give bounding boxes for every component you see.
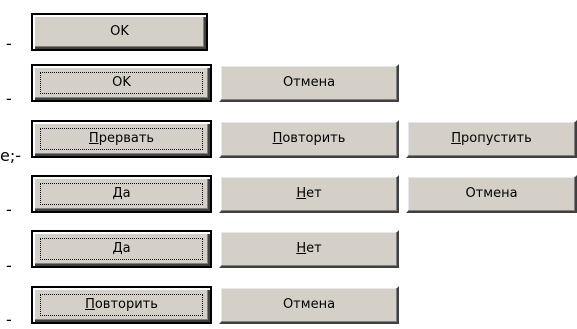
retry-button-label: Повторить: [85, 297, 158, 312]
dash-marker: -: [6, 310, 12, 329]
stray-text: e;-: [0, 146, 22, 165]
dash-marker: -: [6, 89, 12, 108]
dash-marker: -: [6, 256, 12, 275]
ok-button-label: OK: [112, 75, 131, 90]
yes-button-label: Да: [112, 186, 131, 201]
yes-button[interactable]: Да: [31, 230, 212, 268]
yes-button-label: Да: [112, 241, 131, 256]
no-button[interactable]: Нет: [219, 175, 399, 213]
ok-button[interactable]: OK: [31, 13, 208, 51]
yes-button[interactable]: Да: [31, 175, 212, 213]
cancel-button-label: Отмена: [465, 186, 518, 201]
dash-marker: -: [6, 200, 12, 219]
no-button-label: Нет: [296, 241, 322, 256]
retry-button-label: Повторить: [272, 131, 346, 146]
cancel-button-label: Отмена: [282, 75, 336, 90]
no-button[interactable]: Нет: [219, 230, 399, 268]
dash-marker: -: [6, 34, 12, 53]
cancel-button[interactable]: Отмена: [406, 175, 577, 213]
cancel-button[interactable]: Отмена: [219, 64, 399, 102]
ok-button-label: OK: [110, 24, 129, 39]
retry-button[interactable]: Повторить: [31, 286, 212, 324]
abort-button-label: Прервать: [88, 131, 155, 146]
cancel-button[interactable]: Отмена: [219, 286, 399, 324]
message-box-button-sets: - OK - OK Отмена e;- Прервать Повторить …: [0, 0, 577, 329]
ok-button[interactable]: OK: [31, 64, 212, 102]
no-button-label: Нет: [296, 186, 322, 201]
abort-button[interactable]: Прервать: [31, 120, 212, 158]
retry-button[interactable]: Повторить: [219, 120, 399, 158]
ignore-button-label: Пропустить: [451, 131, 532, 146]
cancel-button-label: Отмена: [282, 297, 336, 312]
ignore-button[interactable]: Пропустить: [406, 120, 577, 158]
